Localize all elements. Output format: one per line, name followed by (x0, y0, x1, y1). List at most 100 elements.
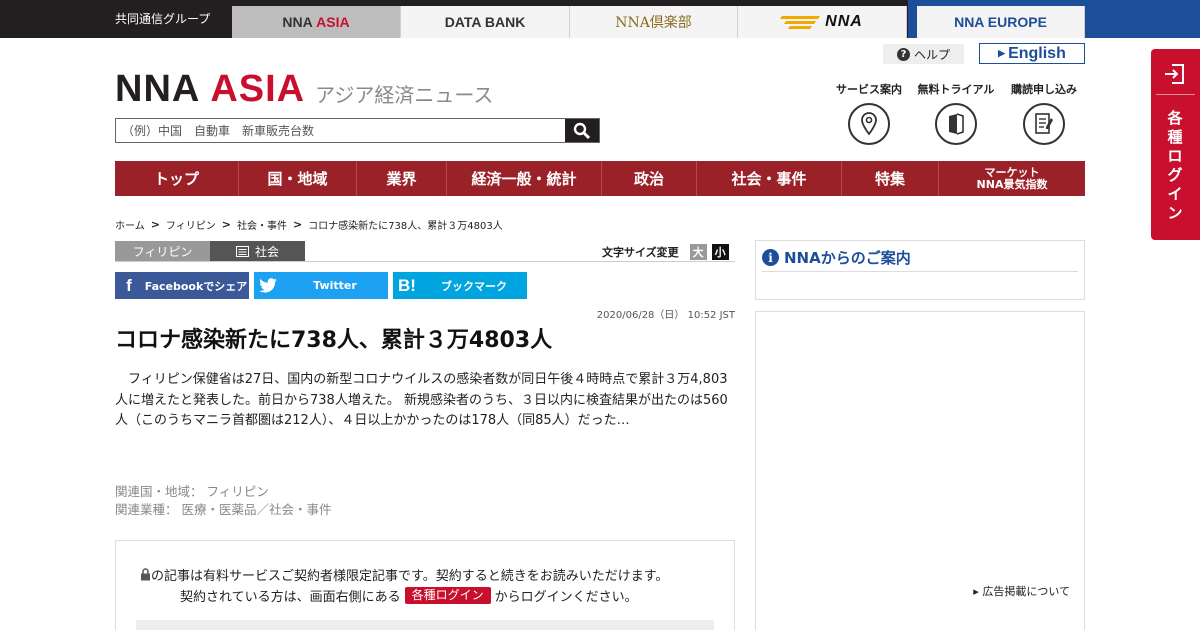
nna-global-logo: NNA (780, 13, 863, 31)
login-icon (1163, 63, 1187, 85)
font-size-small-button[interactable]: 小 (711, 244, 729, 260)
twitter-icon (254, 272, 282, 299)
tab-nna-europe[interactable]: NNA EUROPE (917, 6, 1085, 38)
nna-info-box: i NNAからのご案内 (755, 240, 1085, 300)
breadcrumb-current: コロナ感染新たに738人、累計３万4803人 (308, 221, 503, 232)
paywall-box: の記事は有料サービスご契約者様限定記事です。契約すると続きをお読みいただけます。… (115, 540, 735, 630)
free-trial-link[interactable]: 無料トライアル (911, 81, 1001, 145)
tab-nna-club[interactable]: NNA倶楽部 (570, 6, 738, 38)
tab-nna-asia-red: ASIA (316, 14, 350, 30)
breadcrumb-home[interactable]: ホーム (115, 217, 145, 232)
info-icon: i (762, 249, 779, 266)
ad-info-label: 広告掲載について (982, 585, 1070, 598)
tab-nna-asia[interactable]: NNA ASIA (232, 6, 401, 38)
service-info-label: サービス案内 (836, 83, 902, 96)
logo-subtitle: アジア経済ニュース (315, 83, 494, 107)
logo-nna: NNA (115, 68, 201, 110)
swoosh-icon (780, 16, 821, 29)
chevron-right-icon: > (150, 218, 160, 231)
nna-global-label: NNA (825, 13, 863, 30)
chevron-right-icon: > (292, 218, 303, 231)
search-icon (573, 122, 591, 139)
category-tag[interactable]: 社会 (210, 241, 305, 261)
english-label: English (1008, 44, 1066, 62)
help-label: ヘルプ (913, 47, 950, 62)
nav-society[interactable]: 社会・事件 (697, 161, 842, 196)
login-side-tab[interactable]: 各種ログイン (1151, 49, 1200, 240)
hatena-bookmark-label: ブックマーク (441, 279, 507, 293)
help-icon: ? (896, 47, 910, 61)
tab-nna-europe-label: NNA EUROPE (954, 14, 1047, 30)
main-nav: トップ 国・地域 業界 経済一般・統計 政治 社会・事件 特集 マーケット NN… (115, 161, 1085, 196)
list-icon (235, 245, 249, 257)
document-icon (1023, 103, 1065, 145)
nna-info-divider (762, 271, 1078, 272)
nav-politics[interactable]: 政治 (602, 161, 697, 196)
paywall-notice: の記事は有料サービスご契約者様限定記事です。契約すると続きをお読みいただけます。 (140, 565, 668, 584)
subscribe-label: 購読申し込み (1011, 83, 1077, 96)
nav-economy[interactable]: 経済一般・統計 (447, 161, 602, 196)
paywall-line2-post: からログインください。 (494, 590, 638, 605)
twitter-share-label: Twitter (313, 279, 357, 292)
subscribe-link[interactable]: 購読申し込み (999, 81, 1089, 145)
tab-nna-global[interactable]: NNA (738, 6, 907, 38)
related-info: 関連国・地域： フィリピン 関連業種： 医療・医薬品／社会・事件 (115, 483, 331, 519)
facebook-icon: f (126, 275, 132, 295)
font-size-large-button[interactable]: 大 (689, 244, 707, 260)
article-date: 2020/06/28（日） 10:52 JST (596, 310, 735, 321)
facebook-share-button[interactable]: f Facebookでシェア (115, 272, 249, 299)
tab-nna-asia-pre: NNA (282, 14, 317, 30)
nav-top[interactable]: トップ (115, 161, 239, 196)
kyodo-group-label: 共同通信グループ (115, 12, 211, 26)
facebook-share-label: Facebookでシェア (144, 279, 248, 293)
article-title: コロナ感染新たに738人、累計３万4803人 (115, 328, 553, 353)
paywall-gray-panel (136, 620, 714, 630)
breadcrumb-country[interactable]: フィリピン (166, 217, 216, 232)
nav-feature[interactable]: 特集 (842, 161, 939, 196)
twitter-share-button[interactable]: Twitter (254, 272, 388, 299)
related-country[interactable]: 関連国・地域： フィリピン (115, 483, 331, 501)
nav-industry[interactable]: 業界 (357, 161, 447, 196)
chevron-right-icon: > (221, 218, 231, 231)
search-button[interactable] (565, 119, 599, 142)
related-industry[interactable]: 関連業種： 医療・医薬品／社会・事件 (115, 501, 331, 519)
tab-data-bank-label: DATA BANK (444, 14, 526, 30)
hatena-bookmark-button[interactable]: B! ブックマーク (393, 272, 527, 299)
paywall-login-notice: 契約されている方は、画面右側にある 各種ログイン からログインください。 (180, 586, 638, 605)
triangle-right-icon: ▶ (998, 48, 1006, 58)
ad-box: ▸ 広告掲載について (755, 311, 1085, 630)
font-size-control: 文字サイズ変更 大 小 (602, 244, 729, 260)
help-button[interactable]: ? ヘルプ (883, 44, 964, 64)
article-body: フィリピン保健省は27日、国内の新型コロナウイルスの感染者数が同日午後４時時点で… (115, 372, 728, 428)
site-logo[interactable]: NNA ASIA アジア経済ニュース (115, 70, 493, 108)
tab-nna-club-label: NNA倶楽部 (615, 15, 692, 31)
paywall-login-button[interactable]: 各種ログイン (404, 587, 491, 604)
breadcrumb: ホーム > フィリピン > 社会・事件 > コロナ感染新たに738人、累計３万4… (115, 217, 503, 232)
paywall-line1: の記事は有料サービスご契約者様限定記事です。契約すると続きをお読みいただけます。 (151, 569, 669, 584)
font-size-label: 文字サイズ変更 (602, 246, 679, 259)
breadcrumb-category[interactable]: 社会・事件 (237, 217, 287, 232)
ad-info-link[interactable]: ▸ 広告掲載について (973, 583, 1070, 599)
country-tag[interactable]: フィリピン (115, 241, 210, 261)
map-pin-icon (848, 103, 890, 145)
search-input[interactable] (116, 119, 566, 142)
nna-info-title: NNAからのご案内 (784, 249, 911, 267)
login-label: 各種ログイン (1167, 109, 1183, 222)
book-icon (935, 103, 977, 145)
service-info-link[interactable]: サービス案内 (824, 81, 914, 145)
free-trial-label: 無料トライアル (917, 83, 995, 96)
nna-info-heading: i NNAからのご案内 (762, 247, 911, 268)
search-bar (115, 118, 600, 143)
paywall-line2-pre: 契約されている方は、画面右側にある (180, 590, 401, 605)
hatena-icon: B! (398, 275, 416, 295)
logo-asia: ASIA (210, 68, 306, 110)
category-tag-label: 社会 (254, 244, 279, 259)
nav-market[interactable]: マーケット NNA景気指数 (939, 161, 1085, 196)
nav-region[interactable]: 国・地域 (239, 161, 357, 196)
tag-divider (115, 261, 735, 262)
nav-market-line2: NNA景気指数 (976, 177, 1048, 191)
login-divider (1156, 94, 1195, 95)
english-button[interactable]: ▶ English (979, 43, 1085, 64)
tab-data-bank[interactable]: DATA BANK (401, 6, 570, 38)
lock-icon (141, 568, 150, 581)
